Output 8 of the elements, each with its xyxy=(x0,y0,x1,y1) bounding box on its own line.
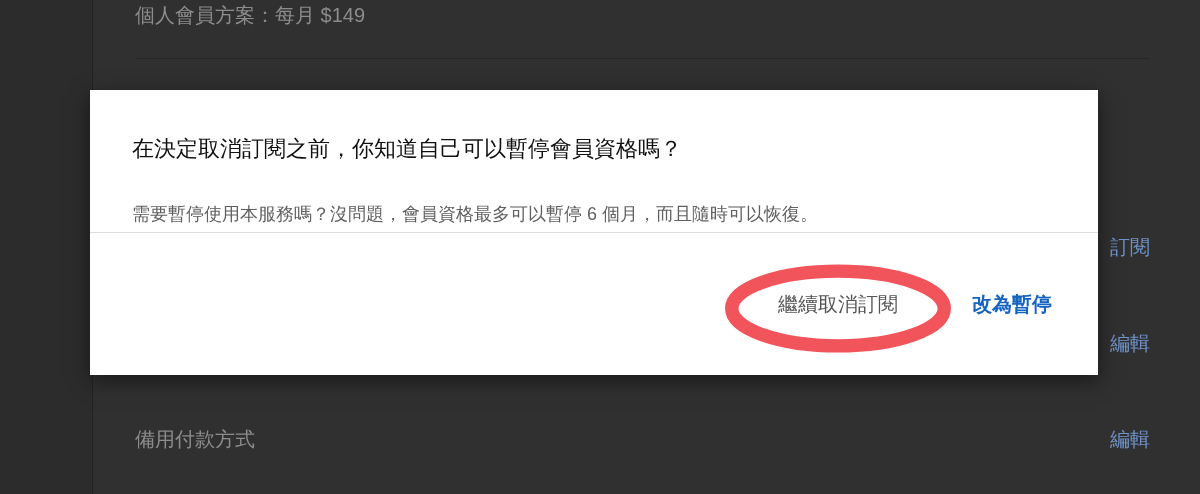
plan-text: 個人會員方案：每月 $149 xyxy=(135,3,366,28)
dialog-message: 需要暫停使用本服務嗎？沒問題，會員資格最多可以暫停 6 個月，而且隨時可以恢復。 xyxy=(132,203,819,226)
edit-link[interactable]: 編輯 xyxy=(1110,329,1150,357)
row-label: 備用付款方式 xyxy=(135,426,255,452)
dialog-title: 在決定取消訂閱之前，你知道自己可以暫停會員資格嗎？ xyxy=(132,135,683,163)
pause-button[interactable]: 改為暫停 xyxy=(968,282,1056,326)
edit-link[interactable]: 編輯 xyxy=(1110,425,1150,453)
edit-link[interactable]: 訂閱 xyxy=(1110,233,1150,261)
